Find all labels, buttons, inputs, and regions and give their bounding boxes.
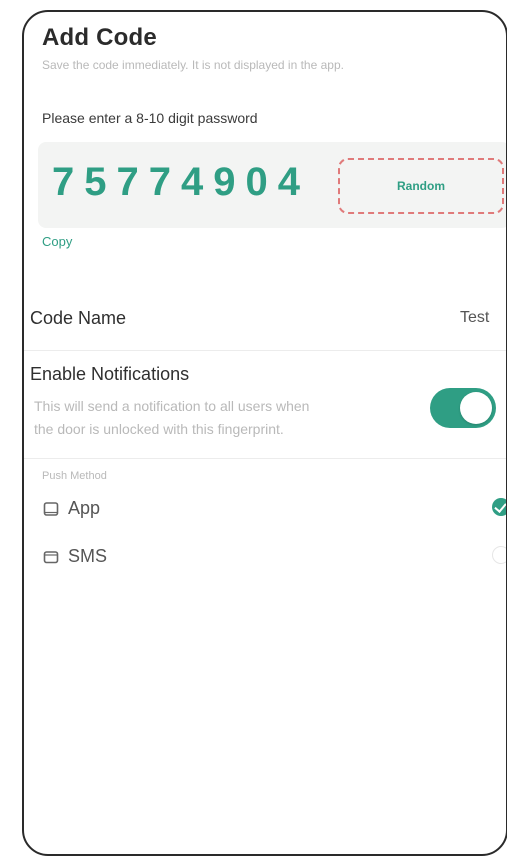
password-code: 75774904 xyxy=(52,160,310,204)
push-option-app[interactable]: App xyxy=(42,492,506,528)
password-prompt: Please enter a 8-10 digit password xyxy=(42,110,258,126)
notifications-description-line1: This will send a notification to all use… xyxy=(34,398,310,414)
toggle-knob xyxy=(460,392,492,424)
push-option-sms[interactable]: SMS xyxy=(42,540,506,576)
push-option-sms-label: SMS xyxy=(68,546,108,566)
copy-link[interactable]: Copy xyxy=(42,234,72,249)
sms-icon xyxy=(42,548,60,566)
app-icon xyxy=(42,500,60,518)
page-subtitle: Save the code immediately. It is not dis… xyxy=(42,58,344,72)
divider xyxy=(24,458,506,459)
phone-frame: Add Code Save the code immediately. It i… xyxy=(22,10,507,856)
divider xyxy=(24,350,506,351)
push-option-sms-radio[interactable] xyxy=(492,546,506,564)
push-method-label: Push Method xyxy=(42,470,107,482)
notifications-title: Enable Notifications xyxy=(30,364,190,384)
code-name-value[interactable]: Test xyxy=(460,309,489,327)
code-name-label: Code Name xyxy=(30,308,127,328)
page-title: Add Code xyxy=(42,24,157,51)
random-button-label: Random xyxy=(397,179,445,193)
push-option-app-radio[interactable] xyxy=(492,498,506,516)
notifications-toggle[interactable] xyxy=(430,388,496,428)
push-option-app-label: App xyxy=(68,498,101,518)
random-button[interactable]: Random xyxy=(338,158,504,214)
notifications-description-line2: the door is unlocked with this fingerpri… xyxy=(34,421,284,437)
